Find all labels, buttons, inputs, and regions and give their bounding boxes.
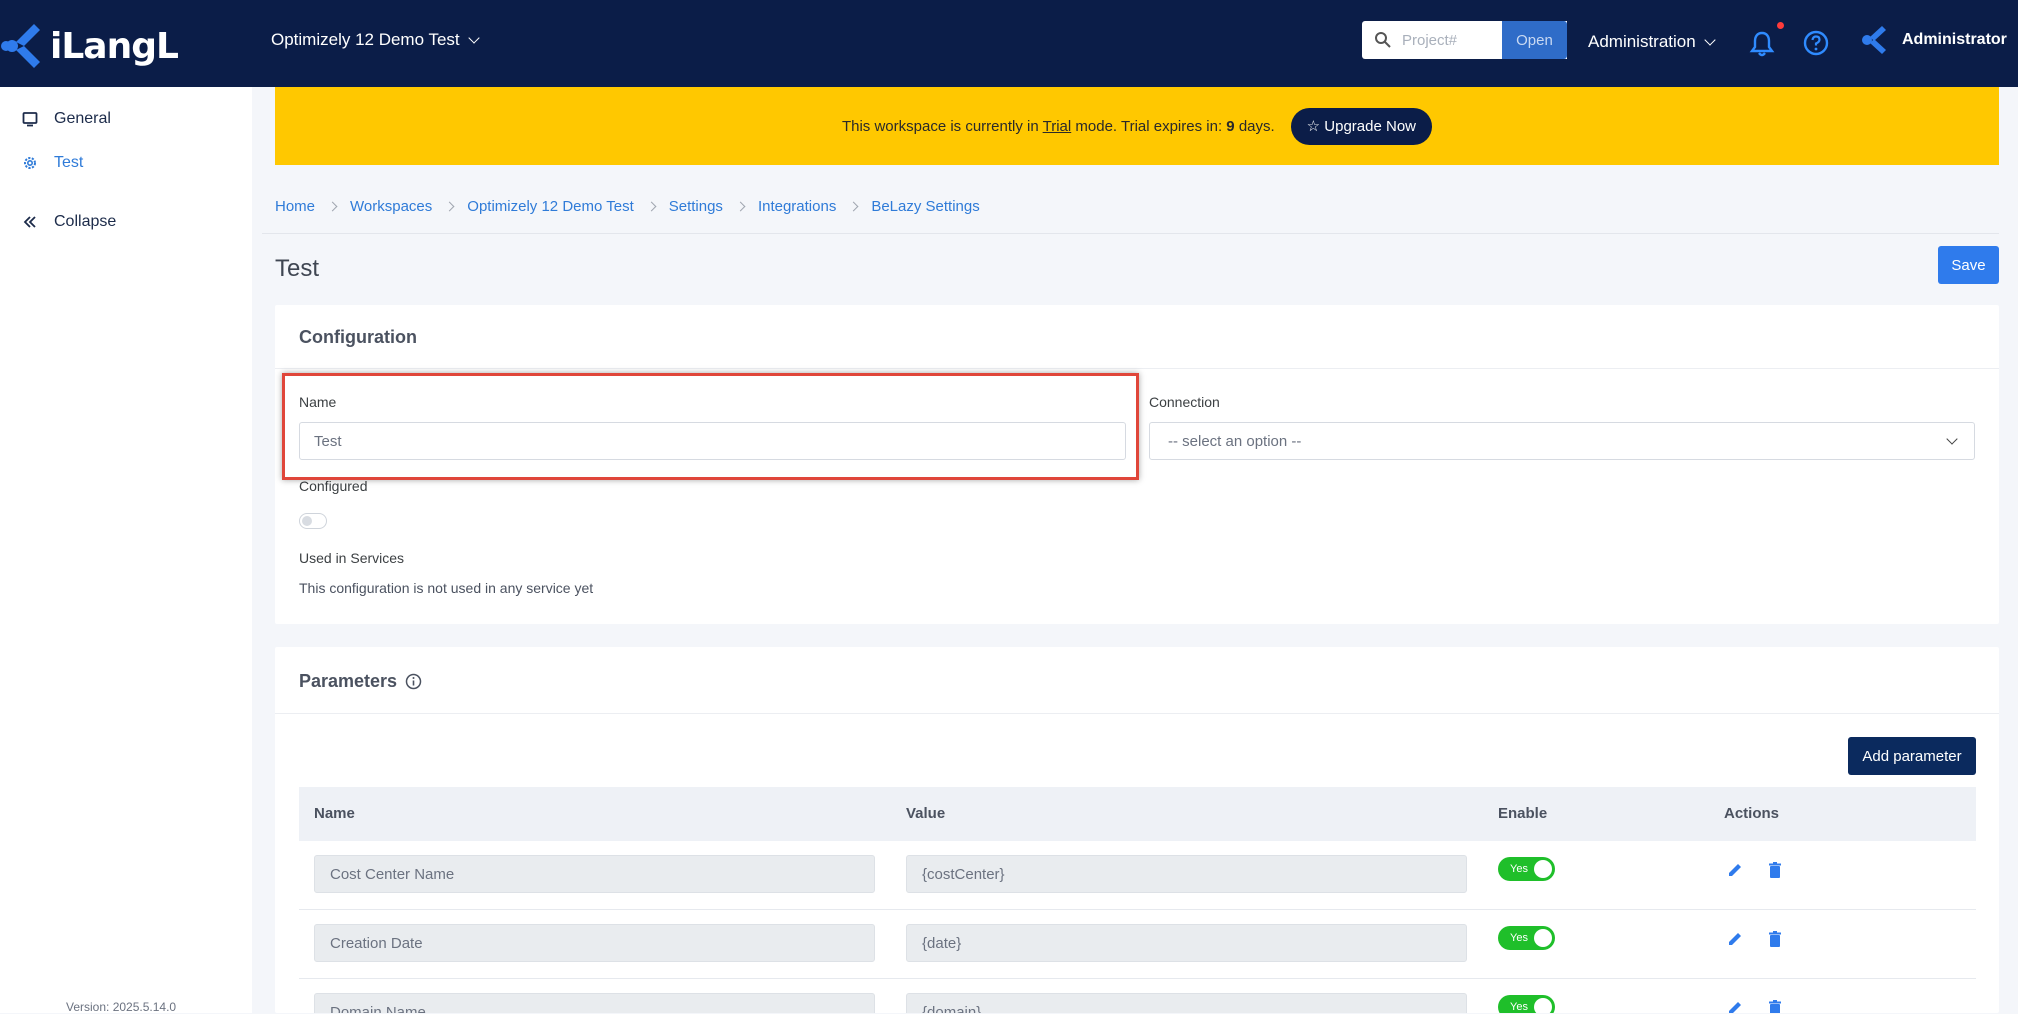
administration-menu[interactable]: Administration	[1588, 32, 1716, 52]
connection-select[interactable]: -- select an option --	[1149, 422, 1975, 460]
workspace-name: Optimizely 12 Demo Test	[271, 30, 460, 49]
breadcrumb-separator-icon	[735, 201, 746, 212]
connection-select-value: -- select an option --	[1168, 432, 1302, 450]
edit-icon[interactable]	[1726, 930, 1744, 948]
user-name: Administrator	[1902, 31, 2007, 48]
logo-text: iLangL	[50, 25, 179, 67]
trash-icon[interactable]	[1766, 861, 1784, 879]
edit-icon[interactable]	[1726, 999, 1744, 1013]
breadcrumb-home[interactable]: Home	[275, 198, 315, 215]
add-parameter-button[interactable]: Add parameter	[1848, 737, 1976, 775]
trash-icon[interactable]	[1766, 930, 1784, 948]
trial-link[interactable]: Trial	[1043, 118, 1072, 135]
trial-banner: This workspace is currently in Trial mod…	[275, 87, 1999, 165]
workspace-selector[interactable]: Optimizely 12 Demo Test	[271, 30, 480, 50]
page-title: Test	[275, 255, 320, 282]
parameter-name-input[interactable]: Creation Date	[314, 924, 875, 962]
divider	[275, 713, 1999, 714]
name-input[interactable]: Test	[299, 422, 1126, 460]
configured-label: Configured	[299, 478, 368, 494]
used-in-services-label: Used in Services	[299, 550, 405, 566]
breadcrumb-belazy-settings[interactable]: BeLazy Settings	[871, 198, 979, 215]
parameter-value-input[interactable]: {costCenter}	[906, 855, 1467, 893]
upgrade-now-button[interactable]: ☆ Upgrade Now	[1290, 107, 1433, 145]
parameters-table-header: Name Value Enable Actions	[299, 787, 1976, 841]
breadcrumb-workspaces[interactable]: Workspaces	[350, 198, 432, 215]
trial-days: 9	[1226, 117, 1235, 135]
chevron-down-icon	[1946, 432, 1958, 445]
open-project-button[interactable]: Open	[1502, 21, 1567, 59]
enable-toggle[interactable]: Yes	[1498, 857, 1555, 881]
user-logo-icon	[1862, 26, 1886, 54]
breadcrumb-integrations[interactable]: Integrations	[758, 198, 836, 215]
breadcrumb-workspace[interactable]: Optimizely 12 Demo Test	[467, 198, 633, 215]
gear-icon	[24, 157, 36, 169]
notification-badge	[1777, 22, 1784, 29]
sidebar-item-collapse[interactable]: Collapse	[22, 213, 116, 231]
banner-text: This workspace is currently in Trial mod…	[841, 117, 1275, 135]
table-row: Creation Date {date} Yes	[299, 910, 1976, 979]
administration-label: Administration	[1588, 32, 1696, 51]
info-icon[interactable]	[405, 673, 422, 690]
sidebar-item-test[interactable]: Test	[22, 154, 83, 172]
divider	[262, 233, 1999, 234]
sidebar: General Test Collapse Version: 2025.5.14…	[0, 87, 252, 1014]
breadcrumb: Home Workspaces Optimizely 12 Demo Test …	[275, 198, 980, 215]
double-chevron-left-icon	[23, 216, 36, 228]
chevron-down-icon	[467, 31, 480, 44]
parameter-value-input[interactable]: {date}	[906, 924, 1467, 962]
table-row: Cost Center Name {costCenter} Yes	[299, 841, 1976, 910]
parameter-name-input[interactable]: Domain Name	[314, 993, 875, 1013]
top-navbar: iLangL Optimizely 12 Demo Test Open Admi…	[0, 0, 2018, 87]
trash-icon[interactable]	[1766, 999, 1784, 1013]
bell-icon[interactable]	[1748, 30, 1776, 58]
user-menu[interactable]: Administrator	[1862, 24, 2007, 56]
chevron-down-icon	[1704, 33, 1716, 46]
sidebar-item-label: Collapse	[54, 213, 117, 230]
name-label: Name	[299, 394, 337, 410]
configuration-title: Configuration	[299, 327, 417, 347]
sidebar-item-general[interactable]: General	[22, 110, 111, 128]
monitor-icon	[22, 112, 38, 127]
breadcrumb-separator-icon	[646, 201, 657, 212]
column-header-actions: Actions	[1724, 805, 1780, 822]
enable-toggle[interactable]: Yes	[1498, 995, 1555, 1013]
logo[interactable]: iLangL	[0, 18, 179, 74]
connection-label: Connection	[1149, 394, 1220, 410]
search-icon	[1375, 32, 1391, 48]
logo-icon	[1, 24, 40, 68]
breadcrumb-separator-icon	[327, 201, 338, 212]
save-button[interactable]: Save	[1938, 246, 1999, 284]
enable-toggle[interactable]: Yes	[1498, 926, 1555, 950]
sidebar-item-label: General	[54, 110, 111, 127]
parameter-name-input[interactable]: Cost Center Name	[314, 855, 875, 893]
divider	[275, 368, 1999, 369]
table-row: Domain Name {domain} Yes	[299, 979, 1976, 1013]
edit-icon[interactable]	[1726, 861, 1744, 879]
column-header-enable: Enable	[1498, 805, 1548, 822]
help-icon[interactable]	[1803, 30, 1829, 56]
configuration-card: Configuration Name Test Connection -- se…	[275, 305, 1999, 624]
breadcrumb-settings[interactable]: Settings	[669, 198, 723, 215]
parameter-value-input[interactable]: {domain}	[906, 993, 1467, 1013]
parameters-title: Parameters	[299, 671, 398, 691]
version-label: Version: 2025.5.14.0	[66, 1000, 177, 1014]
column-header-value: Value	[906, 805, 946, 822]
configured-toggle[interactable]	[299, 513, 327, 529]
breadcrumb-separator-icon	[444, 201, 455, 212]
used-in-services-text: This configuration is not used in any se…	[299, 580, 594, 596]
sidebar-item-label: Test	[54, 154, 84, 171]
parameters-header: Parameters	[299, 671, 422, 692]
column-header-name: Name	[314, 805, 355, 822]
breadcrumb-separator-icon	[848, 201, 859, 212]
